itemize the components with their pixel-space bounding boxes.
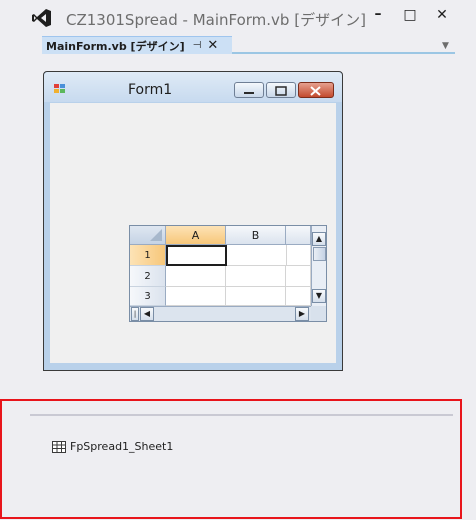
visual-studio-logo-icon — [32, 9, 51, 27]
horizontal-scrollbar[interactable]: | ◀ ▶ — [130, 306, 311, 321]
scroll-up-arrow-icon[interactable]: ▲ — [312, 232, 326, 246]
minimize-button[interactable]: – — [368, 4, 388, 24]
close-icon — [310, 86, 321, 96]
close-button[interactable]: ✕ — [432, 5, 452, 25]
row-header-1[interactable]: 1 — [130, 245, 166, 266]
component-tray-separator — [30, 414, 453, 416]
cell-c3[interactable] — [286, 287, 311, 306]
cell-c1[interactable] — [287, 245, 311, 266]
column-header-b[interactable]: B — [226, 226, 286, 245]
spread-corner-header[interactable] — [130, 226, 166, 245]
cell-a2[interactable] — [166, 266, 226, 287]
tab-close-icon[interactable]: ✕ — [207, 39, 218, 52]
tray-component-label: FpSpread1_Sheet1 — [70, 440, 174, 453]
form-designer-window[interactable]: Form1 — [43, 71, 343, 371]
cell-a1[interactable] — [166, 245, 227, 266]
cell-c2[interactable] — [286, 266, 311, 287]
tab-overflow-dropdown-icon[interactable]: ▼ — [442, 41, 449, 51]
form-title-bar: Form1 — [44, 72, 342, 102]
column-header-a[interactable]: A — [166, 226, 226, 245]
minimize-icon — [244, 92, 254, 94]
tab-mainform-design[interactable]: MainForm.vb [デザイン] ⊣ ✕ — [42, 36, 232, 54]
scroll-down-arrow-icon[interactable]: ▼ — [312, 289, 326, 303]
title-bar: CZ1301Spread - MainForm.vb [デザイン] – □ ✕ — [0, 0, 476, 34]
maximize-icon — [275, 86, 287, 96]
window-title: CZ1301Spread - MainForm.vb [デザイン] — [66, 11, 366, 29]
cell-b2[interactable] — [226, 266, 286, 287]
pin-icon[interactable]: ⊣ — [193, 40, 202, 51]
scroll-left-arrow-icon[interactable]: ◀ — [140, 307, 154, 321]
grid-table-icon — [52, 440, 66, 453]
vertical-scrollbar[interactable]: ▲ ▼ — [311, 226, 326, 306]
sheet-tab-splitter-icon[interactable]: | — [131, 307, 139, 321]
component-tray-highlight — [0, 399, 462, 519]
cell-a3[interactable] — [166, 287, 226, 306]
scrollbar-corner — [311, 306, 326, 321]
maximize-button[interactable]: □ — [400, 5, 420, 25]
cell-b3[interactable] — [226, 287, 286, 306]
row-header-2[interactable]: 2 — [130, 266, 166, 287]
visual-studio-window: CZ1301Spread - MainForm.vb [デザイン] – □ ✕ … — [0, 0, 476, 520]
form-title: Form1 — [128, 82, 173, 98]
form-app-icon — [54, 84, 65, 93]
tray-component-fpspread1-sheet1[interactable]: FpSpread1_Sheet1 — [52, 440, 173, 453]
vertical-scroll-thumb[interactable] — [313, 247, 326, 261]
form-minimize-button[interactable] — [234, 82, 264, 98]
tab-label: MainForm.vb [デザイン] — [46, 39, 185, 53]
fpspread-control[interactable]: A B 1 2 3 ▲ ▼ | ◀ ▶ — [129, 225, 327, 322]
column-header-c[interactable] — [286, 226, 311, 245]
scroll-right-arrow-icon[interactable]: ▶ — [295, 307, 309, 321]
cell-b1[interactable] — [227, 245, 287, 266]
form-close-button[interactable] — [298, 82, 334, 98]
row-header-3[interactable]: 3 — [130, 287, 166, 306]
form-maximize-button[interactable] — [266, 82, 296, 98]
